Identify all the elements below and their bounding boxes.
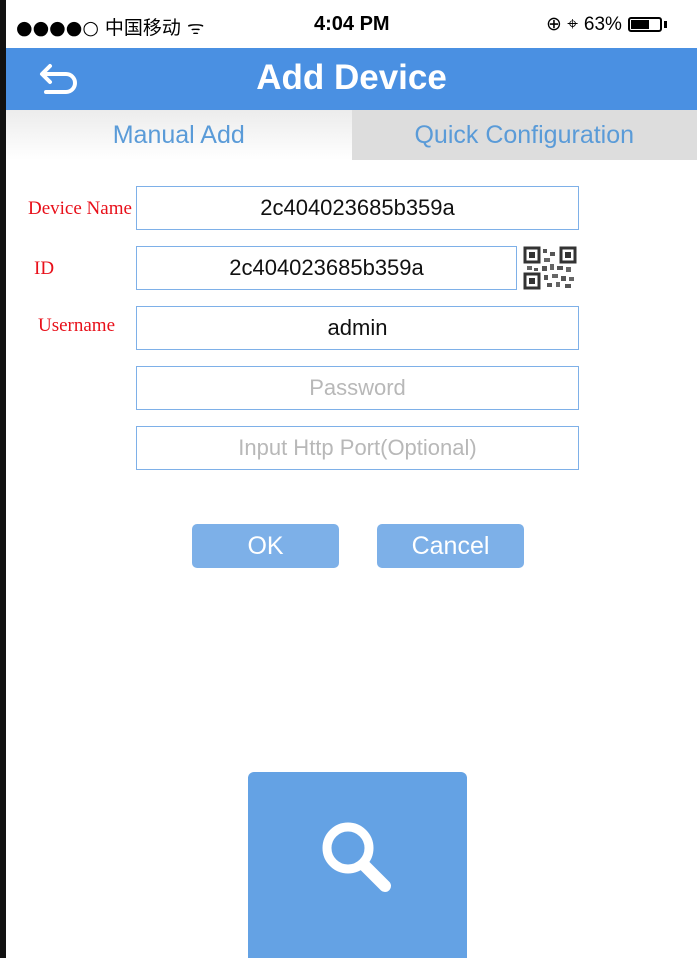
username-label: Username bbox=[38, 315, 115, 337]
device-name-field[interactable]: 2c404023685b359a bbox=[136, 186, 579, 230]
cancel-button[interactable]: Cancel bbox=[377, 524, 524, 568]
device-name-label: Device Name bbox=[28, 198, 132, 220]
id-field[interactable]: 2c404023685b359a bbox=[136, 246, 517, 290]
search-device-button[interactable] bbox=[248, 772, 467, 958]
username-field[interactable]: admin bbox=[136, 306, 579, 350]
status-time: 4:04 PM bbox=[314, 13, 390, 36]
status-bar: ●●●●○ 中国移动 ᯤ 4:04 PM ⊕ ⌖ 63% bbox=[6, 0, 697, 48]
search-icon bbox=[248, 772, 467, 958]
alarm-location-icons: ⊕ ⌖ bbox=[546, 13, 578, 36]
tab-manual-add[interactable]: Manual Add bbox=[6, 110, 352, 160]
http-port-field[interactable]: Input Http Port(Optional) bbox=[136, 426, 579, 470]
nav-bar: Add Device bbox=[6, 48, 697, 110]
status-right: ⊕ ⌖ 63% bbox=[546, 13, 667, 36]
battery-level bbox=[631, 20, 649, 29]
password-field[interactable]: Password bbox=[136, 366, 579, 410]
qr-scan-button[interactable] bbox=[522, 246, 578, 290]
page-title: Add Device bbox=[6, 58, 697, 98]
battery-percent: 63% bbox=[584, 14, 622, 36]
qr-code-icon bbox=[522, 246, 578, 290]
carrier-signal: ●●●●○ 中国移动 ᯤ bbox=[16, 13, 204, 40]
battery-tip bbox=[664, 21, 667, 28]
tab-quick-configuration[interactable]: Quick Configuration bbox=[352, 110, 697, 160]
ok-button[interactable]: OK bbox=[192, 524, 339, 568]
tab-bar: Manual Add Quick Configuration bbox=[6, 110, 697, 160]
battery-icon bbox=[628, 17, 662, 32]
id-label: ID bbox=[34, 258, 54, 280]
